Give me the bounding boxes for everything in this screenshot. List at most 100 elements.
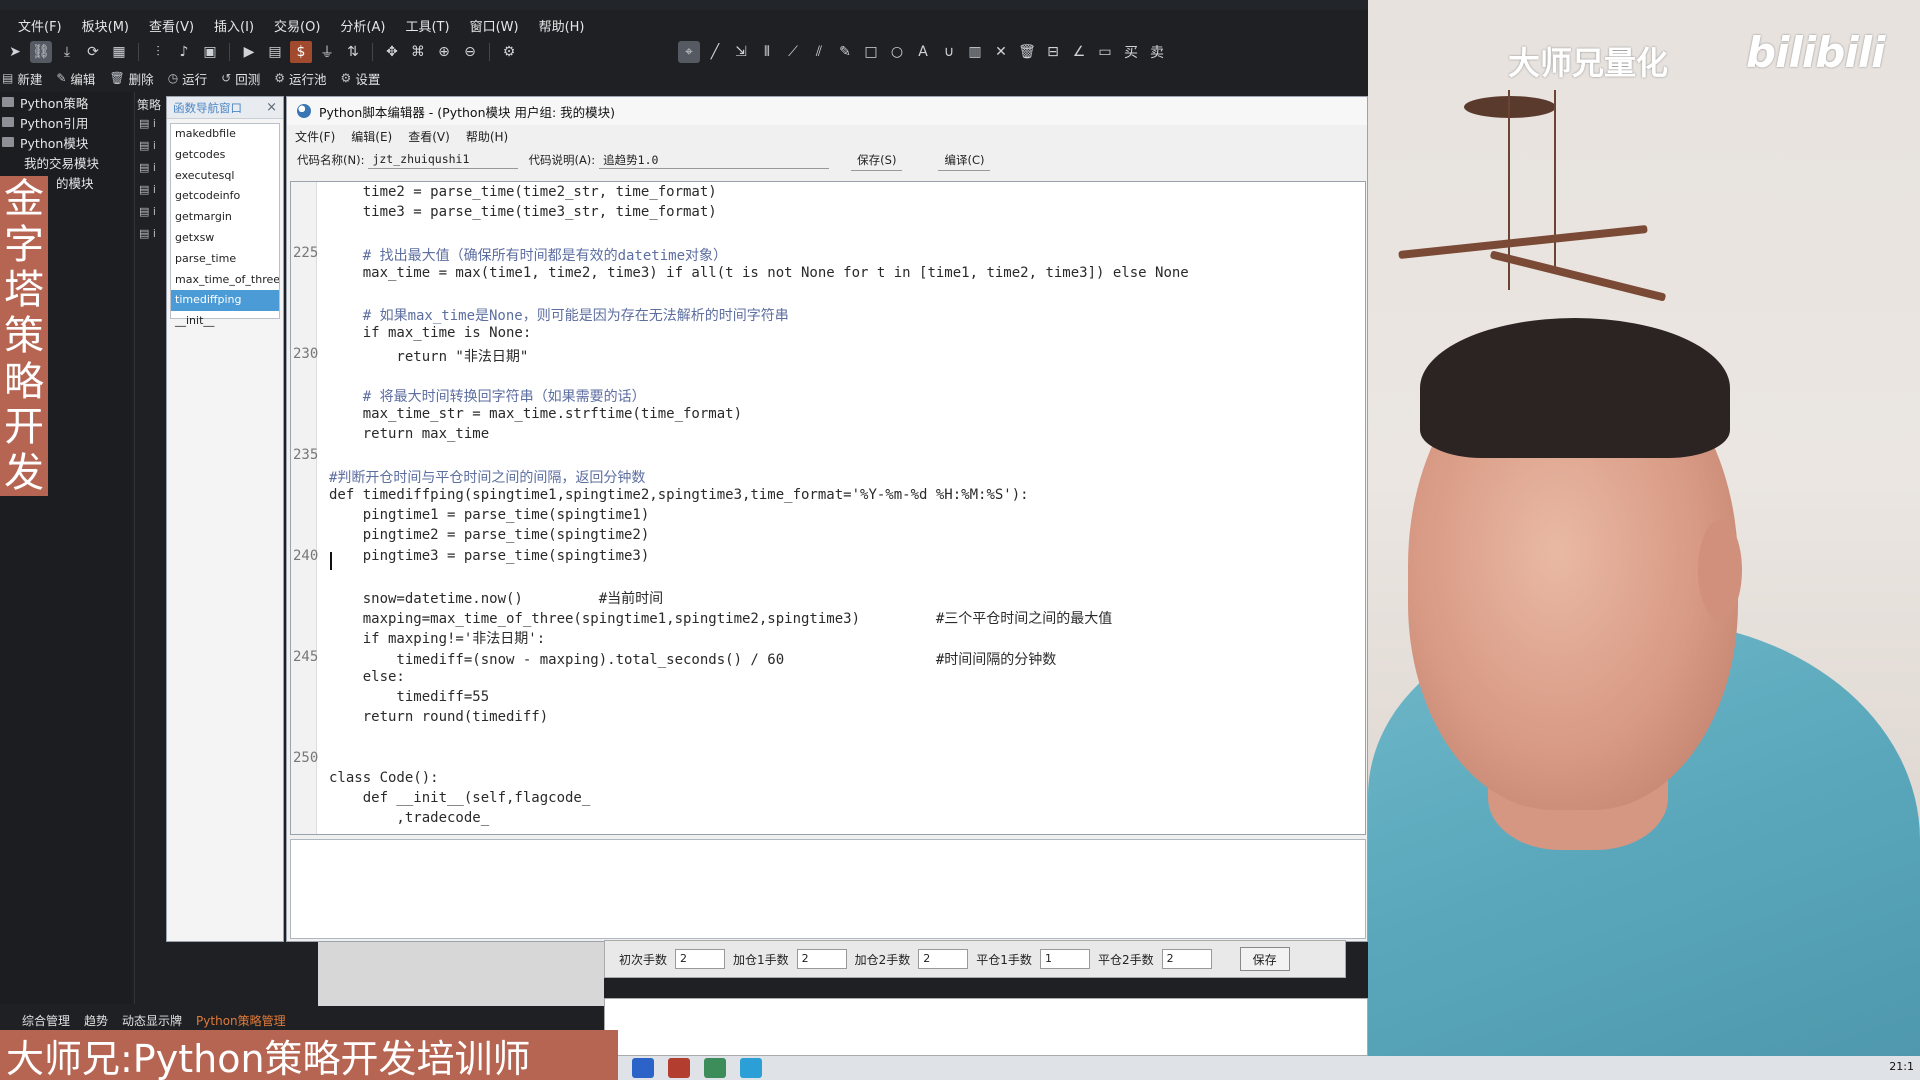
tab-trend[interactable]: 趋势 bbox=[84, 1012, 108, 1029]
run-button[interactable]: ◷ 运行 bbox=[168, 69, 208, 88]
function-list-item[interactable]: executesql bbox=[171, 166, 279, 187]
function-list-item[interactable]: getcodeinfo bbox=[171, 186, 279, 207]
python-icon bbox=[297, 104, 311, 118]
trash-icon[interactable]: 🗑 bbox=[1016, 41, 1038, 63]
menu-board[interactable]: 板块(M) bbox=[72, 12, 139, 36]
new-button[interactable]: ▤ 新建 bbox=[2, 69, 42, 88]
line-icon[interactable]: ╱ bbox=[704, 41, 726, 63]
function-list-item[interactable]: parse_time bbox=[171, 249, 279, 270]
function-list-item[interactable]: makedbfile bbox=[171, 124, 279, 145]
editor-menu-edit[interactable]: 编辑(E) bbox=[351, 128, 392, 145]
initial-lots-input[interactable]: 2 bbox=[675, 949, 726, 969]
menu-tools[interactable]: 工具(T) bbox=[395, 12, 459, 36]
tab-python-strategy-manager[interactable]: Python策略管理 bbox=[196, 1012, 286, 1029]
tab-dynamic-board[interactable]: 动态显示牌 bbox=[122, 1012, 182, 1029]
move-icon[interactable]: ✥ bbox=[381, 41, 403, 63]
word-icon[interactable] bbox=[632, 1058, 654, 1078]
fan-icon[interactable]: ⟋ bbox=[782, 41, 804, 63]
strategy-row[interactable]: ▤ i bbox=[135, 117, 166, 139]
vertical-lines-icon[interactable]: ⦀ bbox=[756, 41, 778, 63]
tree-item-python-ref[interactable]: Python引用 bbox=[0, 112, 132, 132]
download-icon[interactable]: ⤓ bbox=[56, 41, 78, 63]
backtest-button[interactable]: ↺ 回测 bbox=[221, 69, 260, 88]
menu-file[interactable]: 文件(F) bbox=[8, 12, 72, 36]
bell-icon[interactable]: ♪ bbox=[173, 41, 195, 63]
tree-item-python-strategy[interactable]: Python策略 bbox=[0, 92, 132, 112]
edit-button[interactable]: ✎ 编辑 bbox=[56, 69, 95, 88]
strategy-row[interactable]: ▤ i bbox=[135, 161, 166, 183]
function-list-item[interactable]: getcodes bbox=[171, 145, 279, 166]
grid-icon[interactable]: ▦ bbox=[108, 41, 130, 63]
link-icon[interactable]: ⛓ bbox=[30, 41, 52, 63]
angle-icon[interactable]: ∠ bbox=[1068, 41, 1090, 63]
function-list-item[interactable]: max_time_of_three bbox=[171, 270, 279, 291]
circle-icon[interactable]: ○ bbox=[886, 41, 908, 63]
chart-icon[interactable]: ⫶ bbox=[147, 41, 169, 63]
buy-icon[interactable]: 买 bbox=[1120, 41, 1142, 63]
function-list-item[interactable]: getmargin bbox=[171, 207, 279, 228]
strategy-row[interactable]: ▤ i bbox=[135, 183, 166, 205]
filter-icon[interactable]: ⏚ bbox=[316, 41, 338, 63]
save-drawing-icon[interactable]: ▭ bbox=[1094, 41, 1116, 63]
chat-icon[interactable] bbox=[740, 1058, 762, 1078]
arrow-icon[interactable]: ➤ bbox=[4, 41, 26, 63]
code-name-field[interactable]: jzt_zhuiqushi1 bbox=[368, 151, 519, 169]
delete-button[interactable]: 🗑 删除 bbox=[109, 69, 153, 88]
sell-icon[interactable]: 卖 bbox=[1146, 41, 1168, 63]
cursor-icon[interactable]: ⌖ bbox=[678, 41, 700, 63]
menu-view[interactable]: 查看(V) bbox=[139, 12, 204, 36]
document-icon[interactable]: ▤ bbox=[264, 41, 286, 63]
editor-menu-file[interactable]: 文件(F) bbox=[295, 128, 335, 145]
function-list-item[interactable]: timediffping bbox=[171, 290, 279, 312]
add1-lots-input[interactable]: 2 bbox=[796, 949, 847, 969]
code-desc-field[interactable]: 追趋势1.0 bbox=[599, 151, 830, 169]
image-icon[interactable]: ▣ bbox=[199, 41, 221, 63]
run-pool-button[interactable]: ⚙ 运行池 bbox=[274, 69, 326, 88]
close-icon[interactable]: × bbox=[266, 100, 277, 115]
compile-button[interactable]: 编译(C) bbox=[938, 150, 991, 171]
text-icon[interactable]: A bbox=[912, 41, 934, 63]
editor-menu-view[interactable]: 查看(V) bbox=[408, 128, 450, 145]
menu-trade[interactable]: 交易(O) bbox=[264, 12, 330, 36]
menu-window[interactable]: 窗口(W) bbox=[460, 12, 529, 36]
menu-help[interactable]: 帮助(H) bbox=[529, 12, 595, 36]
function-list: makedbfile getcodes executesql getcodeinfo g… bbox=[170, 123, 280, 327]
code-line: ,tradecode_ bbox=[291, 810, 1361, 830]
menu-analysis[interactable]: 分析(A) bbox=[330, 12, 395, 36]
close2-lots-input[interactable]: 2 bbox=[1161, 949, 1212, 969]
code-editor[interactable]: time2 = parse_time(time2_str, time_forma… bbox=[290, 181, 1366, 835]
strategy-row[interactable]: ▤ i bbox=[135, 205, 166, 227]
layers-icon[interactable]: ▥ bbox=[964, 41, 986, 63]
lock-icon[interactable]: ⊟ bbox=[1042, 41, 1064, 63]
play-icon[interactable]: ▶ bbox=[238, 41, 260, 63]
magnet-icon[interactable]: ∪ bbox=[938, 41, 960, 63]
save-button[interactable]: 保存(S) bbox=[851, 150, 903, 171]
gear-icon[interactable]: ⚙ bbox=[498, 41, 520, 63]
function-list-item[interactable]: __init__ bbox=[171, 311, 279, 332]
app-icon[interactable] bbox=[668, 1058, 690, 1078]
channel-icon[interactable]: ⫽ bbox=[808, 41, 830, 63]
function-list-item[interactable]: getxsw bbox=[171, 228, 279, 249]
close-drawing-icon[interactable]: ✕ bbox=[990, 41, 1012, 63]
cross-icon[interactable]: ⌘ bbox=[407, 41, 429, 63]
rectangle-icon[interactable]: □ bbox=[860, 41, 882, 63]
close1-lots-input[interactable]: 1 bbox=[1039, 949, 1090, 969]
browser-icon[interactable] bbox=[704, 1058, 726, 1078]
add2-lots-input[interactable]: 2 bbox=[918, 949, 969, 969]
dollar-icon[interactable]: $ bbox=[290, 41, 312, 63]
settings-button[interactable]: ⚙ 设置 bbox=[341, 69, 381, 88]
strategy-row[interactable]: ▤ i bbox=[135, 139, 166, 161]
menu-insert[interactable]: 插入(I) bbox=[204, 12, 264, 36]
refresh-icon[interactable]: ⟳ bbox=[82, 41, 104, 63]
zoom-out-icon[interactable]: ⊖ bbox=[459, 41, 481, 63]
strategy-row[interactable]: ▤ i bbox=[135, 227, 166, 249]
editor-menu-help[interactable]: 帮助(H) bbox=[466, 128, 508, 145]
tree-item-my-trade-module[interactable]: 我的交易模块 bbox=[0, 152, 132, 172]
params-save-button[interactable]: 保存 bbox=[1239, 947, 1290, 971]
zoom-in-icon[interactable]: ⊕ bbox=[433, 41, 455, 63]
pen-icon[interactable]: ✎ bbox=[834, 41, 856, 63]
ray-icon[interactable]: ⇲ bbox=[730, 41, 752, 63]
tab-general[interactable]: 综合管理 bbox=[22, 1012, 70, 1029]
sort-icon[interactable]: ⇅ bbox=[342, 41, 364, 63]
tree-item-python-module[interactable]: Python模块 bbox=[0, 132, 132, 152]
